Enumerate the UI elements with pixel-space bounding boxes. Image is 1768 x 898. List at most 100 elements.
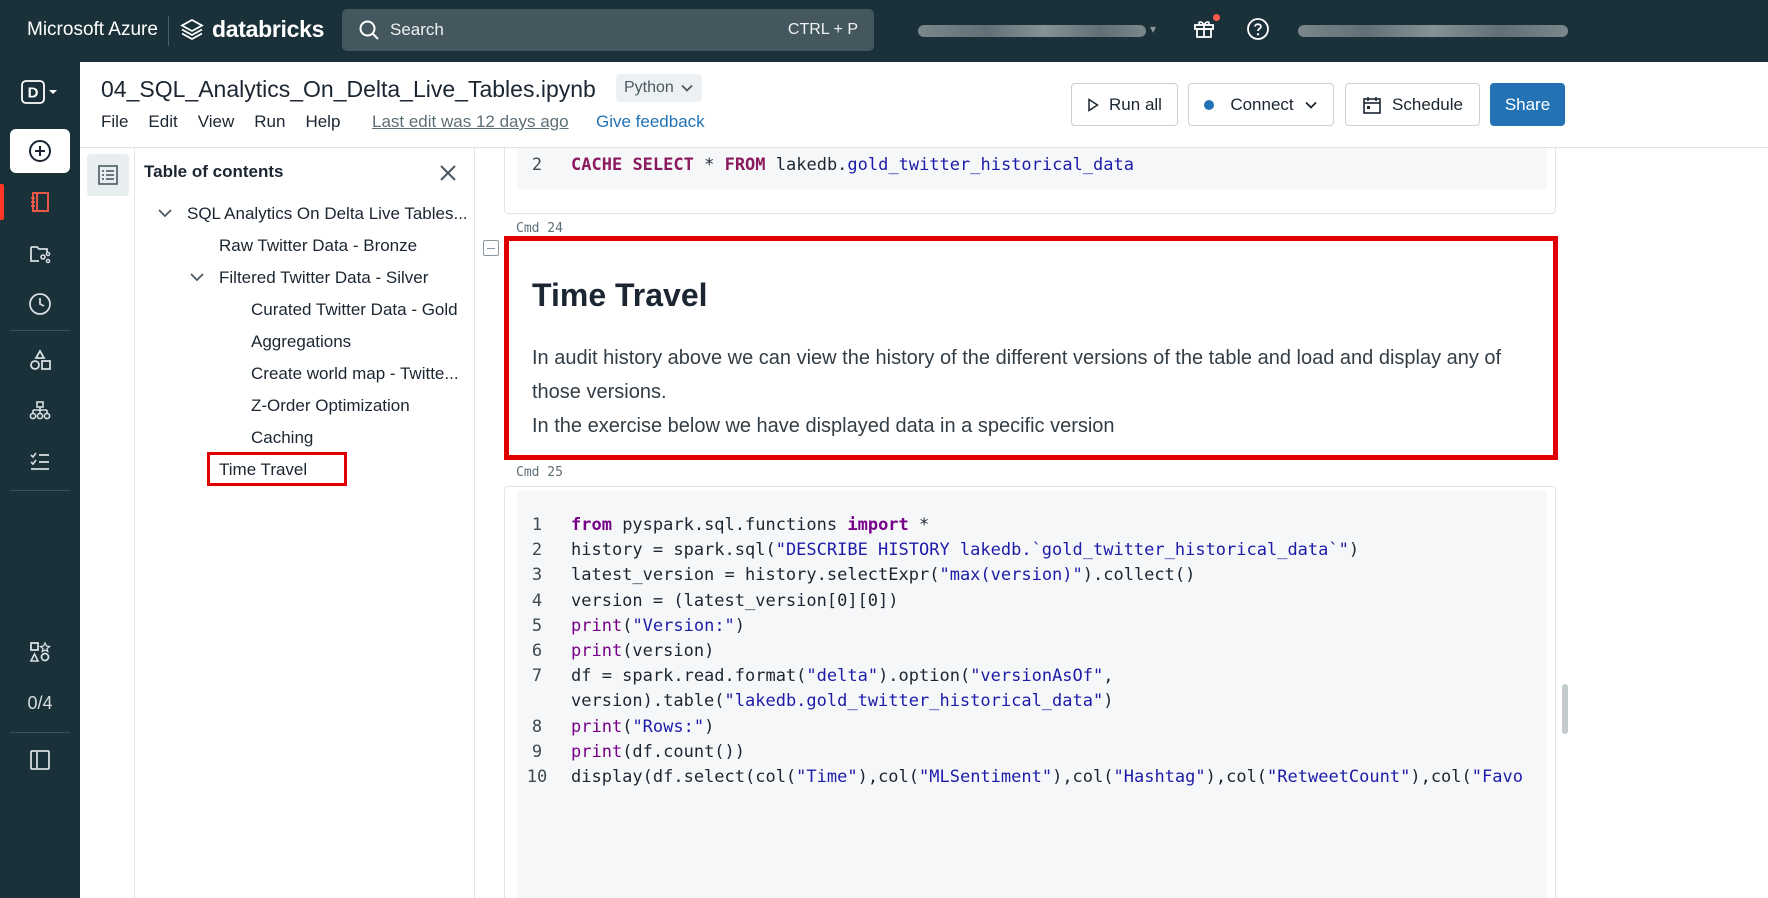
sidebar-toggle-icon (30, 750, 50, 770)
cmd-label: Cmd 25 (516, 465, 563, 480)
connect-button[interactable]: Connect (1188, 83, 1334, 126)
code-editor[interactable]: 1 2 3 4 5 6 7 8 9 10 from pyspark.sql.fu… (517, 491, 1547, 898)
help-icon[interactable] (1246, 17, 1270, 46)
notebook-content: 2 CACHE SELECT * FROM lakedb.gold_twitte… (476, 148, 1768, 898)
toc-item-filtered-twitter-data[interactable]: Filtered Twitter Data - Silver (219, 268, 428, 288)
cmd-label: Cmd 24 (516, 221, 563, 236)
code-line: print("Rows:") (571, 717, 715, 737)
last-edit-link[interactable]: Last edit was 12 days ago (372, 112, 569, 132)
notebook-icon (31, 192, 49, 212)
toc-item-sql-analytics[interactable]: SQL Analytics On Delta Live Tables... (187, 204, 468, 224)
schedule-button[interactable]: Schedule (1345, 83, 1480, 126)
language-label: Python (624, 79, 674, 96)
nav-catalog[interactable] (10, 338, 70, 382)
line-number: 6 (531, 641, 543, 661)
search-placeholder: Search (390, 20, 444, 39)
toc-item-create-world-map[interactable]: Create world map - Twitte... (251, 364, 459, 384)
nav-workspace-folder[interactable] (10, 232, 70, 276)
plus-circle-icon (29, 140, 51, 162)
nav-tasks[interactable] (10, 439, 70, 483)
azure-brand[interactable]: Microsoft Azure (27, 19, 158, 41)
nav-workspace-notebook[interactable] (0, 180, 70, 224)
databricks-wordmark: databricks (212, 16, 325, 42)
language-selector[interactable]: Python (616, 74, 702, 102)
databricks-logo[interactable]: databricks (180, 16, 324, 43)
collapse-sidebar-button[interactable] (10, 738, 70, 782)
code-line: display(df.select(col("Time"),col("MLSen… (571, 767, 1523, 787)
list-icon (98, 165, 118, 185)
onboarding-progress[interactable]: 0/4 (0, 693, 80, 714)
line-number: 9 (531, 742, 543, 762)
code-cell-previous[interactable]: 2 CACHE SELECT * FROM lakedb.gold_twitte… (504, 148, 1556, 214)
line-number: 3 (531, 565, 543, 585)
schedule-label: Schedule (1392, 94, 1463, 114)
share-button[interactable]: Share (1490, 83, 1565, 126)
toc-item-caching[interactable]: Caching (251, 428, 313, 448)
code-line: print(version) (571, 641, 715, 661)
line-number: 5 (531, 616, 543, 636)
line-number: 4 (531, 591, 543, 611)
notebook-title[interactable]: 04_SQL_Analytics_On_Delta_Live_Tables.ip… (101, 76, 596, 103)
close-icon[interactable] (437, 162, 459, 189)
nav-onboarding[interactable] (10, 630, 70, 674)
calendar-icon (1363, 96, 1381, 114)
markdown-paragraph: In audit history above we can view the h… (532, 341, 1532, 443)
nav-recents[interactable] (10, 282, 70, 326)
toc-toggle-button[interactable] (87, 154, 129, 196)
toc-title: Table of contents (144, 162, 284, 181)
top-bar: Microsoft Azure databricks Search CTRL +… (0, 0, 1768, 62)
gift-icon[interactable] (1192, 14, 1220, 45)
new-button[interactable] (10, 129, 70, 173)
toc-item-z-order-optimization[interactable]: Z-Order Optimization (251, 396, 410, 416)
nav-workflows[interactable] (10, 389, 70, 433)
run-all-label: Run all (1109, 94, 1162, 114)
chevron-down-icon[interactable] (189, 270, 205, 284)
brand-divider (168, 16, 169, 46)
scrollbar-thumb[interactable] (1562, 684, 1568, 734)
code-line: from pyspark.sql.functions import * (571, 515, 930, 535)
menu-help[interactable]: Help (305, 112, 340, 132)
folder-share-icon (30, 246, 51, 264)
markdown-cell-time-travel[interactable]: Time Travel In audit history above we ca… (504, 236, 1558, 460)
code-cell-time-travel[interactable]: 1 2 3 4 5 6 7 8 9 10 from pyspark.sql.fu… (504, 486, 1556, 898)
code-line: print("Version:") (571, 616, 746, 636)
code-editor[interactable]: 2 CACHE SELECT * FROM lakedb.gold_twitte… (517, 148, 1547, 189)
line-number: 10 (526, 767, 548, 787)
menu-edit[interactable]: Edit (148, 112, 177, 132)
toc-item-raw-twitter-data[interactable]: Raw Twitter Data - Bronze (219, 236, 417, 256)
search-shortcut: CTRL + P (787, 21, 858, 38)
code-line: history = spark.sql("DESCRIBE HISTORY la… (571, 540, 1360, 560)
notebook-header: 04_SQL_Analytics_On_Delta_Live_Tables.ip… (80, 62, 1768, 148)
share-label: Share (1504, 94, 1551, 114)
code-line: latest_version = history.selectExpr("max… (571, 565, 1196, 585)
collapse-cell-button[interactable] (483, 240, 499, 256)
checklist-icon (30, 452, 49, 470)
workflow-tree-icon (29, 401, 51, 420)
line-number: 1 (531, 515, 543, 535)
chevron-down-icon (681, 84, 693, 92)
run-all-button[interactable]: Run all (1071, 83, 1178, 126)
databricks-logo-icon (180, 18, 204, 40)
menu-view[interactable]: View (198, 112, 235, 132)
chevron-down-icon (1305, 101, 1317, 109)
give-feedback-link[interactable]: Give feedback (596, 112, 705, 132)
menu-file[interactable]: File (101, 112, 128, 132)
markdown-heading: Time Travel (532, 277, 708, 313)
markdown-paragraph-line: In the exercise below we have displayed … (532, 415, 1115, 437)
toc-item-curated-twitter-data[interactable]: Curated Twitter Data - Gold (251, 300, 458, 320)
play-icon (1088, 97, 1099, 112)
search-input[interactable]: Search CTRL + P (342, 9, 874, 51)
code-line: print(df.count()) (571, 742, 746, 762)
chevron-down-icon[interactable] (157, 206, 173, 220)
line-number: 7 (531, 666, 543, 686)
user-account-menu[interactable] (1298, 25, 1568, 37)
nav-divider (10, 330, 70, 331)
shapes-icon (30, 349, 51, 370)
workspace-switcher[interactable] (918, 25, 1146, 37)
code-line: CACHE SELECT * FROM lakedb.gold_twitter_… (571, 155, 1134, 175)
workspace-selector[interactable]: D (10, 70, 70, 114)
left-nav-sidebar: D 0/4 (0, 62, 80, 898)
toc-item-aggregations[interactable]: Aggregations (251, 332, 351, 352)
menu-run[interactable]: Run (254, 112, 285, 132)
search-icon (359, 20, 379, 40)
